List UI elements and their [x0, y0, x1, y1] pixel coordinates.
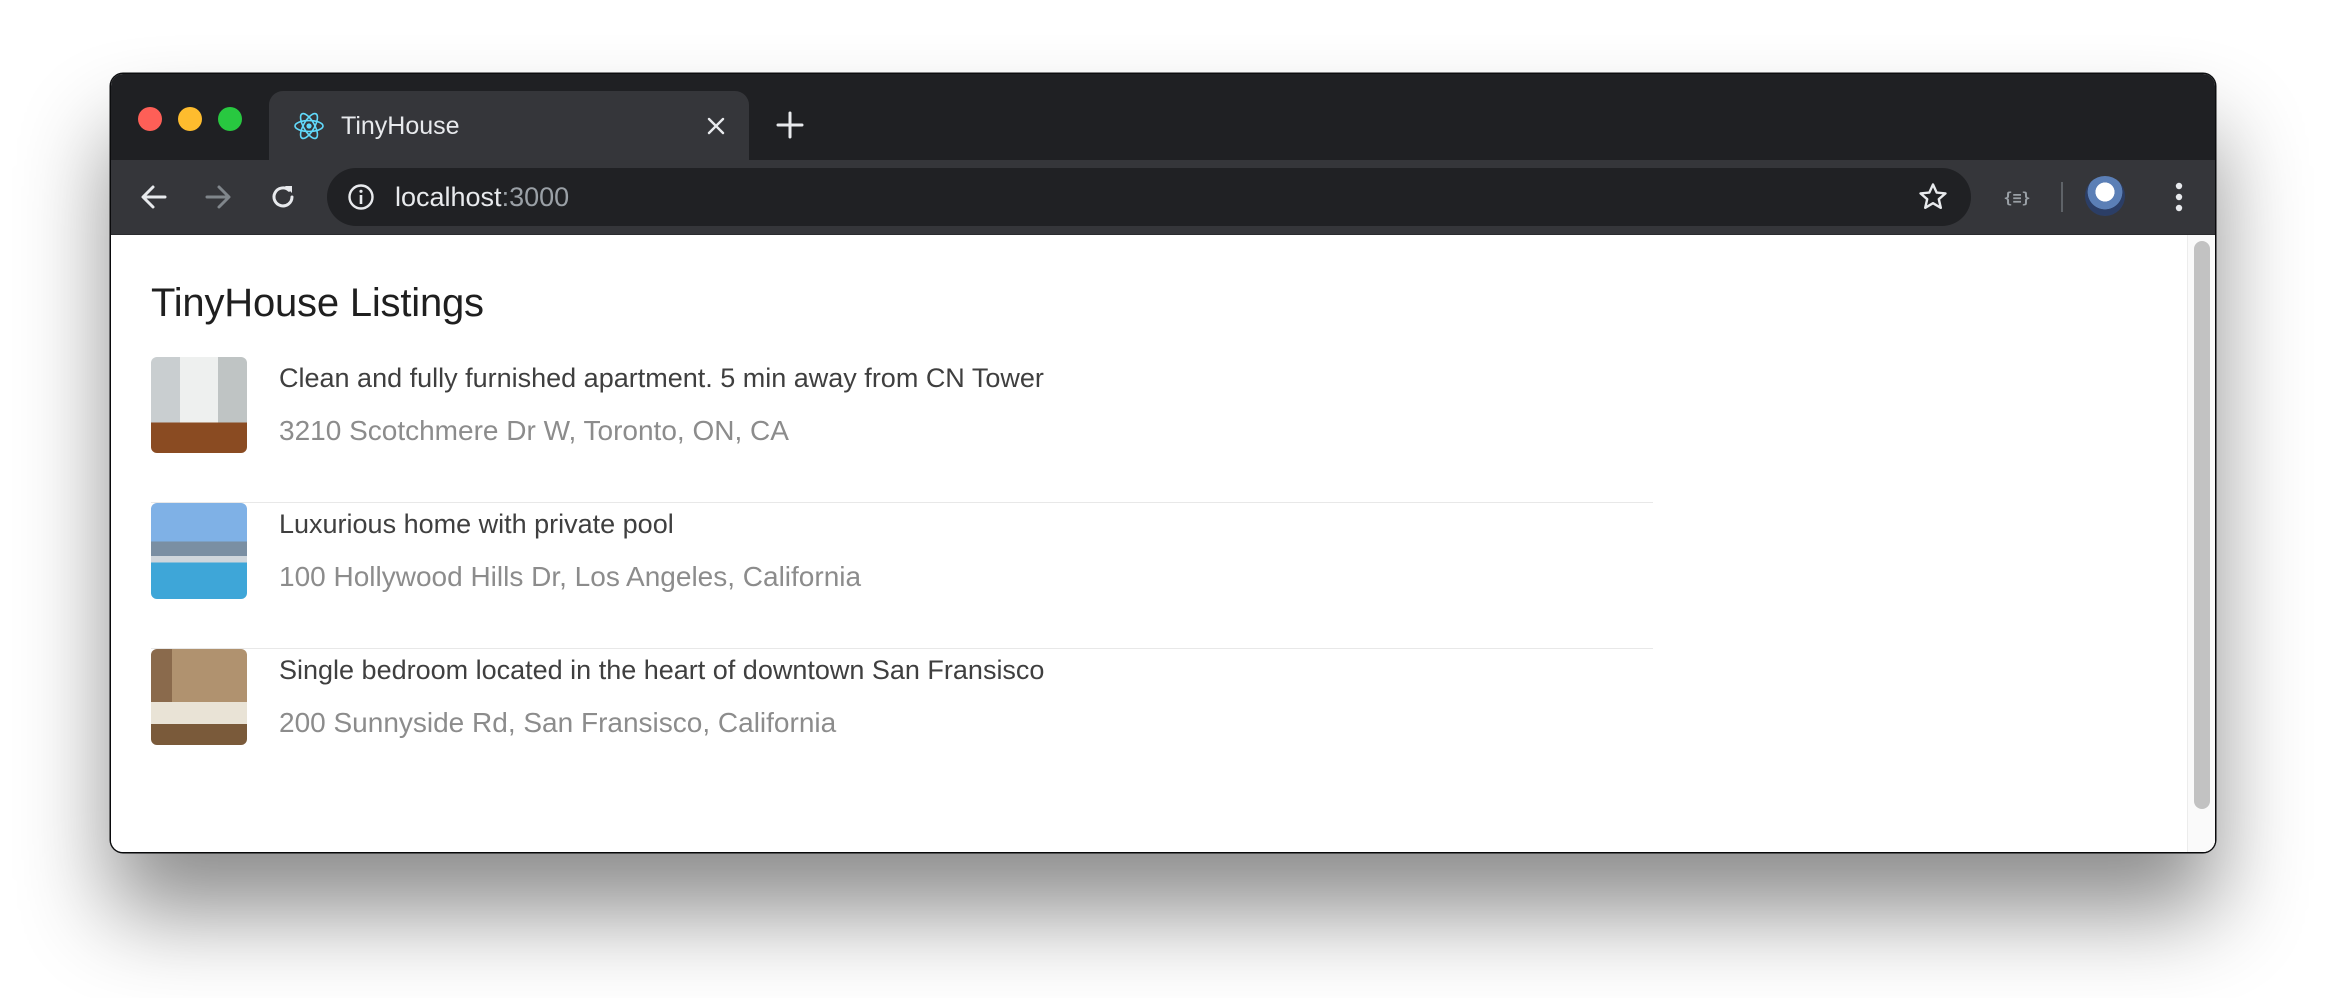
tab-strip: TinyHouse: [111, 74, 2215, 160]
tab-tinyhouse[interactable]: TinyHouse: [269, 91, 749, 160]
listing-title: Clean and fully furnished apartment. 5 m…: [279, 363, 1044, 393]
arrow-right-icon[interactable]: [201, 180, 235, 214]
info-icon[interactable]: [347, 183, 375, 211]
close-window-button[interactable]: [138, 107, 162, 131]
minimize-window-button[interactable]: [178, 107, 202, 131]
browser-window: TinyHouse localhost:3000 {≡} TinyHouse L…: [111, 74, 2215, 852]
toolbar-divider: [2061, 182, 2063, 212]
kebab-menu-icon[interactable]: [2169, 179, 2189, 215]
vertical-scrollbar[interactable]: [2187, 235, 2215, 852]
reload-icon[interactable]: [266, 180, 300, 214]
listing-image: [151, 357, 247, 453]
arrow-left-icon[interactable]: [137, 180, 171, 214]
page-title: TinyHouse Listings: [151, 281, 484, 325]
url-port: :3000: [501, 182, 570, 212]
tab-title: TinyHouse: [341, 112, 460, 140]
url-host: localhost: [395, 182, 502, 212]
scrollbar-thumb[interactable]: [2194, 241, 2210, 809]
star-icon[interactable]: [1917, 181, 1949, 213]
listing-address: 3210 Scotchmere Dr W, Toronto, ON, CA: [279, 415, 789, 446]
json-viewer-icon[interactable]: {≡}: [1997, 182, 2037, 212]
listing-title: Luxurious home with private pool: [279, 509, 674, 539]
browser-toolbar: localhost:3000 {≡}: [111, 160, 2215, 234]
address-bar[interactable]: localhost:3000: [327, 168, 1971, 226]
react-atom-icon: [294, 112, 324, 140]
listing-title: Single bedroom located in the heart of d…: [279, 655, 1045, 685]
page-viewport: TinyHouse Listings Clean and fully furni…: [111, 234, 2215, 852]
profile-avatar[interactable]: [2085, 176, 2125, 216]
listing-address: 200 Sunnyside Rd, San Fransisco, Califor…: [279, 707, 837, 738]
listings-list: Clean and fully furnished apartment. 5 m…: [151, 357, 1653, 795]
list-item[interactable]: Luxurious home with private pool 100 Hol…: [151, 503, 1653, 649]
listing-address: 100 Hollywood Hills Dr, Los Angeles, Cal…: [279, 561, 862, 592]
listing-image: [151, 649, 247, 745]
maximize-window-button[interactable]: [218, 107, 242, 131]
new-tab-icon[interactable]: [774, 109, 806, 141]
close-tab-icon[interactable]: [703, 113, 729, 139]
url-text: localhost:3000: [395, 182, 569, 213]
listing-image: [151, 503, 247, 599]
list-item[interactable]: Single bedroom located in the heart of d…: [151, 649, 1653, 795]
list-item[interactable]: Clean and fully furnished apartment. 5 m…: [151, 357, 1653, 503]
svg-text:{≡}: {≡}: [2003, 189, 2030, 207]
